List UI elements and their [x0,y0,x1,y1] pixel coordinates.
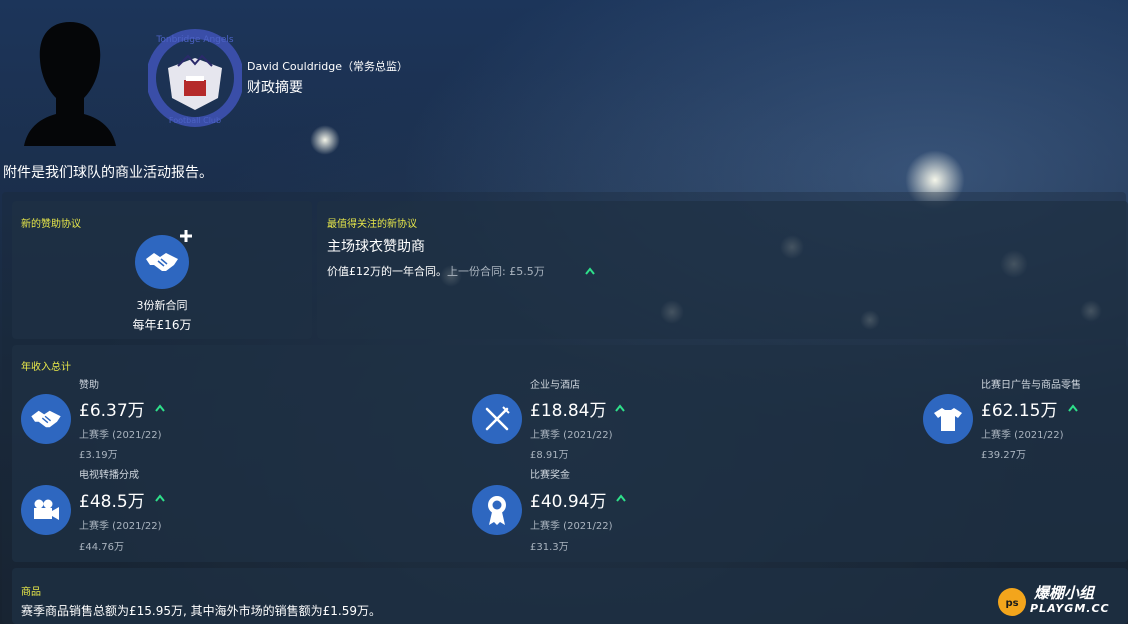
up-arrow-icon [155,404,165,412]
income-item-prev-value: £44.76万 [79,542,124,553]
income-item-value: £62.15万 [981,401,1058,421]
income-item-value: £6.37万 [79,401,145,421]
income-item-name: 企业与酒店 [530,380,580,391]
up-arrow-icon [1068,404,1078,412]
income-item-name: 赞助 [79,380,99,391]
income-item-prev-label: 上赛季 (2021/22) [79,430,162,441]
income-item-value: £18.84万 [530,401,607,421]
income-item-prev-value: £3.19万 [79,450,118,461]
person-name: David Couldridge（常务总监） [247,60,408,73]
income-item-prev-label: 上赛季 (2021/22) [530,521,613,532]
income-item-name: 比赛日广告与商品零售 [981,380,1081,391]
watermark-site: PLAYGM.CC [1030,602,1110,615]
camera-icon [21,485,71,535]
merchandise-label: 商品 [21,587,41,598]
merchandise-summary: 赛季商品销售总额为£15.95万, 其中海外市场的销售额为£1.59万。 [21,604,381,618]
shirt-icon [923,394,973,444]
income-item-value: £40.94万 [530,492,607,512]
notable-agreement-previous: 上一份合同: £5.5万 [447,265,545,278]
handshake-icon [21,394,71,444]
intro-text: 附件是我们球队的商业活动报告。 [3,165,213,181]
handshake-plus-icon [135,230,192,289]
notable-agreement-panel: 最值得关注的新协议 主场球衣赞助商 价值£12万的一年合同。上一份合同: £5.… [317,201,1128,339]
income-item-prev-value: £8.91万 [530,450,569,461]
new-contracts-annual-value: 每年£16万 [132,318,192,332]
notable-agreement-value: 价值£12万的一年合同。 [327,265,447,278]
rosette-icon [472,485,522,535]
up-arrow-icon [616,494,626,502]
svg-text:Football Club: Football Club [169,116,221,125]
up-arrow-icon [585,267,595,275]
cutlery-icon [472,394,522,444]
income-item-name: 电视转播分成 [79,470,139,481]
svg-text:Tonbridge Angels: Tonbridge Angels [155,35,234,45]
notable-agreement-title: 主场球衣赞助商 [327,239,425,255]
new-sponsorship-panel: 新的赞助协议 3份新合同 每年£16万 [12,201,312,339]
staff-silhouette-avatar [24,22,116,146]
new-contracts-count: 3份新合同 [136,299,188,312]
income-item-value: £48.5万 [79,492,145,512]
income-item-name: 比赛奖金 [530,470,570,481]
watermark-brand: 爆棚小组 [1034,584,1095,602]
new-sponsorship-label: 新的赞助协议 [21,219,81,230]
notable-agreement-detail: 价值£12万的一年合同。上一份合同: £5.5万 [327,263,545,279]
site-watermark: ps 爆棚小组 PLAYGM.CC [994,582,1124,618]
up-arrow-icon [615,404,625,412]
svg-text:ps: ps [1005,598,1018,609]
up-arrow-icon [155,494,165,502]
merchandise-panel: 商品 赛季商品销售总额为£15.95万, 其中海外市场的销售额为£1.59万。 [12,568,1128,624]
watermark-logo-icon: ps [998,588,1026,616]
income-item-prev-value: £39.27万 [981,450,1026,461]
page-title: 财政摘要 [247,80,303,96]
income-item-prev-label: 上赛季 (2021/22) [530,430,613,441]
notable-agreement-label: 最值得关注的新协议 [327,219,417,230]
club-crest-logo: Tonbridge Angels Football Club [148,29,242,127]
income-item-prev-label: 上赛季 (2021/22) [79,521,162,532]
income-item-prev-value: £31.3万 [530,542,569,553]
income-item-prev-label: 上赛季 (2021/22) [981,430,1064,441]
annual-income-label: 年收入总计 [21,362,71,373]
